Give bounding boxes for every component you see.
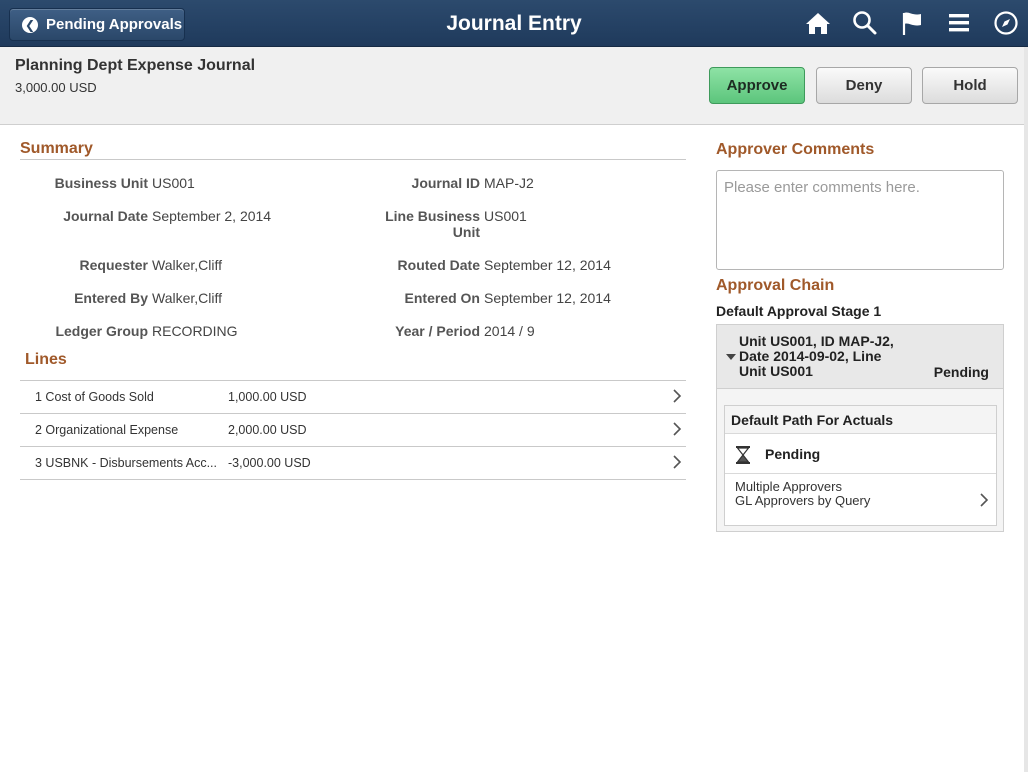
line-amount: 1,000.00 USD [228, 390, 307, 404]
approval-chain-item-status: Pending [933, 364, 989, 380]
year-period-value: 2014 / 9 [484, 323, 535, 339]
flag-icon[interactable] [898, 9, 926, 37]
home-icon[interactable] [804, 9, 832, 37]
line-description: 1 Cost of Goods Sold [35, 390, 154, 404]
journal-id-label: Journal ID [411, 175, 480, 191]
top-navigation-bar: ❮ Pending Approvals Journal Entry [0, 0, 1028, 47]
approval-chain-item-toggle[interactable]: Unit US001, ID MAP-J2, Date 2014-09-02, … [717, 325, 1003, 389]
approval-path-box: Default Path For Actuals Pending Multipl… [724, 405, 997, 526]
approval-chain-item-title: Unit US001, ID MAP-J2, Date 2014-09-02, … [739, 333, 894, 379]
chevron-right-icon [980, 493, 989, 507]
approvers-query: GL Approvers by Query [735, 493, 871, 508]
journal-amount: 3,000.00 USD [15, 80, 97, 95]
approver-comments-heading: Approver Comments [716, 141, 875, 158]
deny-button[interactable]: Deny [816, 67, 912, 104]
entered-on-label: Entered On [404, 290, 480, 306]
line-amount: -3,000.00 USD [228, 456, 311, 470]
journal-title-area: Planning Dept Expense Journal 3,000.00 U… [0, 47, 1028, 125]
approvers-row[interactable]: Multiple Approvers GL Approvers by Query [725, 475, 996, 526]
summary-divider [20, 159, 686, 160]
menu-icon[interactable] [945, 9, 973, 37]
caret-down-icon [726, 354, 736, 360]
compass-icon[interactable] [992, 9, 1020, 37]
line-business-unit-label-1: Line Business [385, 208, 480, 224]
routed-date-value: September 12, 2014 [484, 257, 611, 273]
approval-stage-label: Default Approval Stage 1 [716, 303, 882, 319]
line-amount: 2,000.00 USD [228, 423, 307, 437]
line-row-1[interactable]: 1 Cost of Goods Sold 1,000.00 USD [20, 381, 686, 414]
approval-path-status-row: Pending [725, 435, 996, 474]
approve-button[interactable]: Approve [709, 67, 805, 104]
summary-heading: Summary [20, 140, 93, 157]
entered-by-label: Entered By [74, 290, 148, 306]
journal-id-value: MAP-J2 [484, 175, 534, 191]
vertical-scrollbar[interactable] [1024, 47, 1028, 772]
line-description: 3 USBNK - Disbursements Acc... [35, 456, 218, 470]
approval-path-title: Default Path For Actuals [725, 406, 996, 434]
ledger-group-value: RECORDING [152, 323, 238, 339]
routed-date-label: Routed Date [397, 257, 480, 273]
lines-table: 1 Cost of Goods Sold 1,000.00 USD 2 Orga… [20, 380, 686, 480]
entered-on-value: September 12, 2014 [484, 290, 611, 306]
line-description: 2 Organizational Expense [35, 423, 179, 437]
year-period-label: Year / Period [395, 323, 480, 339]
lines-heading: Lines [25, 351, 67, 368]
requester-value: Walker,Cliff [152, 257, 223, 273]
journal-date-label: Journal Date [63, 208, 148, 224]
requester-label: Requester [79, 257, 148, 273]
hold-button[interactable]: Hold [922, 67, 1018, 104]
approval-path-status: Pending [765, 446, 821, 462]
approver-comments-input[interactable] [716, 170, 1004, 270]
entered-by-value: Walker,Cliff [152, 290, 223, 306]
journal-name: Planning Dept Expense Journal [15, 57, 256, 74]
approval-chain-panel: Unit US001, ID MAP-J2, Date 2014-09-02, … [716, 324, 1004, 532]
business-unit-value: US001 [152, 175, 195, 191]
line-row-3[interactable]: 3 USBNK - Disbursements Acc... -3,000.00… [20, 447, 686, 480]
chevron-right-icon [673, 422, 682, 436]
journal-date-value: September 2, 2014 [152, 208, 272, 224]
approvers-type: Multiple Approvers [735, 479, 842, 494]
search-icon[interactable] [851, 9, 879, 37]
ledger-group-label: Ledger Group [55, 323, 148, 339]
line-row-2[interactable]: 2 Organizational Expense 2,000.00 USD [20, 414, 686, 447]
business-unit-label: Business Unit [54, 175, 148, 191]
chevron-right-icon [673, 389, 682, 403]
chevron-right-icon [673, 455, 682, 469]
approval-chain-heading: Approval Chain [716, 277, 835, 294]
hourglass-icon [736, 446, 750, 464]
line-business-unit-value: US001 [484, 208, 527, 224]
line-business-unit-label-2: Unit [452, 224, 480, 240]
